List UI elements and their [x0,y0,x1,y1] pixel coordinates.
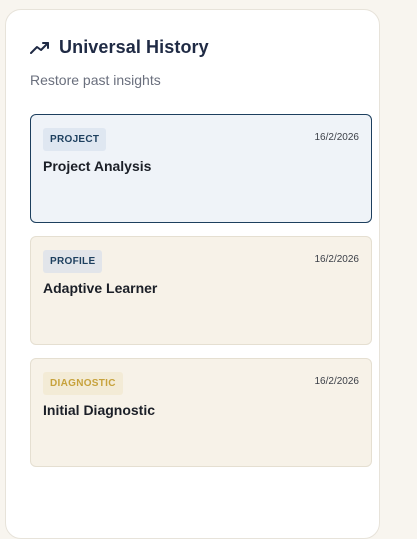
type-badge: PROFILE [43,250,103,273]
history-card-project[interactable]: PROJECT 16/2/2026 Project Analysis [30,114,372,223]
history-card-profile[interactable]: PROFILE 16/2/2026 Adaptive Learner [30,236,372,345]
type-badge: DIAGNOSTIC [43,372,123,395]
trending-up-icon [30,41,50,55]
panel-header: Universal History [30,37,209,58]
card-date: 16/2/2026 [314,132,360,143]
type-badge: PROJECT [43,128,107,151]
card-title: Initial Diagnostic [43,402,156,418]
card-title: Project Analysis [43,158,152,174]
history-panel: Universal History Restore past insights … [5,9,380,539]
panel-subtitle: Restore past insights [30,72,161,88]
card-date: 16/2/2026 [314,376,360,387]
history-card-diagnostic[interactable]: DIAGNOSTIC 16/2/2026 Initial Diagnostic [30,358,372,467]
card-date: 16/2/2026 [314,254,360,265]
card-title: Adaptive Learner [43,280,158,296]
panel-title: Universal History [59,37,209,57]
